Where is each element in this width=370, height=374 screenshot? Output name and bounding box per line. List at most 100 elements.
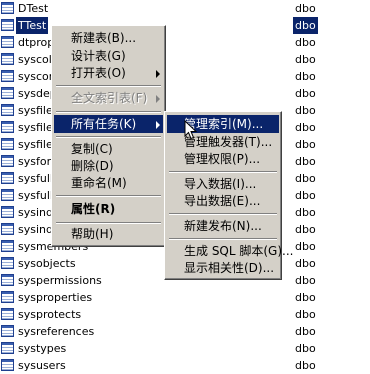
submenu-arrow-icon	[156, 70, 160, 78]
table-owner: dbo	[295, 2, 316, 15]
table-name: sysusers	[18, 359, 66, 372]
menu-item-all-tasks[interactable]: 所有任务(K)	[54, 115, 163, 133]
menu-item-fulltext-index: 全文索引表(F)	[54, 89, 163, 107]
table-icon	[1, 342, 14, 354]
table-icon	[1, 359, 14, 371]
table-name: sysobjects	[18, 257, 76, 270]
menu-item-copy[interactable]: 复制(C)	[54, 140, 163, 158]
table-owner: dbo	[295, 257, 316, 270]
submenu-arrow-icon	[156, 95, 160, 103]
table-icon	[1, 257, 14, 269]
table-owner: dbo	[295, 325, 316, 338]
menu-separator	[56, 136, 161, 138]
table-owner: dbo	[295, 308, 316, 321]
menu-item-label: 删除(D)	[71, 159, 114, 173]
context-menu: 新建表(B)... 设计表(G) 打开表(O) 全文索引表(F) 所有任务(K)…	[51, 25, 166, 247]
table-owner: dbo	[295, 274, 316, 287]
menu-item-label: 属性(R)	[71, 202, 116, 216]
menu-item-label: 重命名(M)	[71, 176, 127, 190]
table-row[interactable]: sysprotects dbo	[0, 306, 370, 323]
menu-item-rename[interactable]: 重命名(M)	[54, 174, 163, 192]
table-owner: dbo	[295, 104, 316, 117]
table-icon	[1, 2, 14, 14]
menu-item-properties[interactable]: 属性(R)	[54, 200, 163, 218]
table-icon	[1, 121, 14, 133]
table-name: syspermissions	[18, 274, 102, 287]
table-name: sysproperties	[18, 291, 93, 304]
table-icon	[1, 189, 14, 201]
table-owner: dbo	[293, 17, 318, 34]
table-owner: dbo	[295, 53, 316, 66]
menu-item-label: 新建表(B)...	[71, 31, 137, 45]
menu-separator	[169, 213, 277, 215]
table-name: DTest	[18, 2, 49, 15]
table-owner: dbo	[295, 121, 316, 134]
table-icon	[1, 36, 14, 48]
table-name: sysreferences	[18, 325, 95, 338]
menu-item-label: 打开表(O)	[71, 66, 126, 80]
table-icon	[1, 87, 14, 99]
menu-separator	[56, 85, 161, 87]
table-owner: dbo	[295, 342, 316, 355]
table-icon	[1, 155, 14, 167]
table-owner: dbo	[295, 359, 316, 372]
table-icon	[1, 138, 14, 150]
table-owner: dbo	[295, 87, 316, 100]
table-row[interactable]: systypes dbo	[0, 340, 370, 357]
table-row[interactable]: sysusers dbo	[0, 357, 370, 374]
menu-item-new-publication[interactable]: 新建发布(N)...	[167, 217, 279, 235]
menu-item-label: 导入数据(I)...	[184, 177, 257, 191]
menu-item-label: 所有任务(K)	[71, 117, 137, 131]
table-owner: dbo	[295, 36, 316, 49]
menu-item-label: 新建发布(N)...	[184, 219, 262, 233]
table-owner: dbo	[295, 70, 316, 83]
table-row[interactable]: DTest dbo	[0, 0, 370, 17]
table-icon	[1, 223, 14, 235]
table-icon	[1, 308, 14, 320]
table-icon	[1, 274, 14, 286]
table-name: TTest	[16, 17, 49, 34]
menu-item-help[interactable]: 帮助(H)	[54, 225, 163, 243]
table-icon	[1, 240, 14, 252]
menu-item-label: 设计表(G)	[71, 49, 126, 63]
menu-item-export-data[interactable]: 导出数据(E)...	[167, 192, 279, 210]
menu-item-label: 导出数据(E)...	[184, 194, 261, 208]
menu-item-label: 帮助(H)	[71, 227, 114, 241]
table-icon	[1, 70, 14, 82]
submenu-arrow-icon	[156, 121, 160, 129]
menu-item-label: 全文索引表(F)	[71, 91, 148, 105]
table-name: sysprotects	[18, 308, 82, 321]
menu-item-label: 生成 SQL 脚本(G)...	[184, 244, 294, 258]
menu-item-label: 管理权限(P)...	[184, 152, 261, 166]
table-icon	[1, 172, 14, 184]
table-owner: dbo	[295, 240, 316, 253]
menu-item-import-data[interactable]: 导入数据(I)...	[167, 175, 279, 193]
mouse-pointer-icon	[184, 120, 198, 140]
menu-item-new-table[interactable]: 新建表(B)...	[54, 29, 163, 47]
all-tasks-submenu: 管理索引(M)... 管理触发器(T)... 管理权限(P)... 导入数据(I…	[164, 111, 293, 280]
table-name: systypes	[18, 342, 67, 355]
menu-item-label: 复制(C)	[71, 142, 113, 156]
menu-item-design-table[interactable]: 设计表(G)	[54, 47, 163, 65]
menu-separator	[56, 195, 161, 197]
menu-separator	[169, 171, 277, 173]
table-owner: dbo	[295, 155, 316, 168]
table-owner: dbo	[295, 189, 316, 202]
menu-separator	[169, 238, 277, 240]
table-icon	[1, 206, 14, 218]
menu-separator	[56, 111, 161, 113]
menu-item-generate-sql-script[interactable]: 生成 SQL 脚本(G)...	[167, 242, 293, 260]
menu-item-show-dependencies[interactable]: 显示相关性(D)...	[167, 259, 279, 277]
table-icon	[1, 19, 14, 31]
table-icon	[1, 291, 14, 303]
menu-item-manage-permissions[interactable]: 管理权限(P)...	[167, 150, 279, 168]
table-owner: dbo	[295, 138, 316, 151]
menu-item-delete[interactable]: 删除(D)	[54, 157, 163, 175]
menu-separator	[56, 222, 161, 224]
menu-item-label: 显示相关性(D)...	[184, 261, 275, 275]
table-owner: dbo	[295, 291, 316, 304]
table-icon	[1, 53, 14, 65]
menu-item-open-table[interactable]: 打开表(O)	[54, 64, 163, 82]
table-row[interactable]: sysproperties dbo	[0, 289, 370, 306]
table-row[interactable]: sysreferences dbo	[0, 323, 370, 340]
